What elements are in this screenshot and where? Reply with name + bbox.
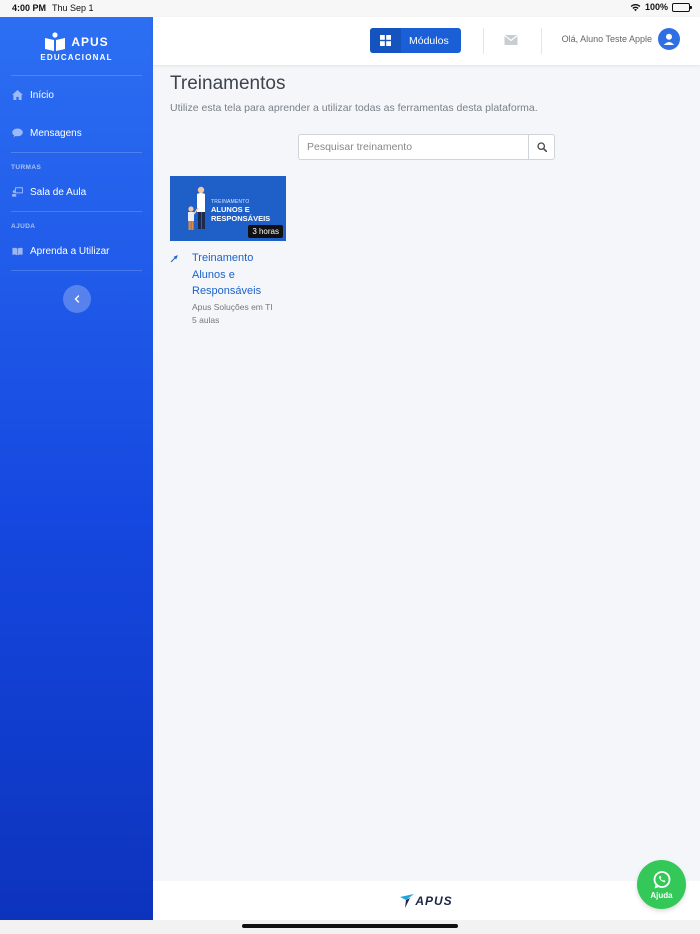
page-title: Treinamentos <box>170 73 286 94</box>
pin-icon <box>170 255 178 263</box>
whatsapp-label: Ajuda <box>650 890 673 900</box>
chevron-left-icon <box>74 295 80 303</box>
thumbnail-caption: ALUNOS E RESPONSÁVEIS <box>211 205 270 223</box>
sidebar-item-sala-de-aula[interactable]: Sala de Aula <box>0 173 153 211</box>
page-description: Utilize esta tela para aprender a utiliz… <box>170 102 538 114</box>
whatsapp-icon <box>653 870 670 888</box>
modules-button[interactable]: Módulos <box>370 28 461 53</box>
search-input[interactable] <box>298 134 528 160</box>
footer-logo: APUS <box>400 893 453 908</box>
main-content: Treinamentos Utilize esta tela para apre… <box>153 65 700 881</box>
card-lesson-count: 5 aulas <box>192 314 220 325</box>
sidebar-collapse-button[interactable] <box>63 285 91 313</box>
sidebar: APUS EDUCACIONAL Início Mensagens TURMAS… <box>0 17 153 920</box>
search-button[interactable] <box>528 134 555 160</box>
wifi-icon <box>630 3 641 11</box>
card-body: Treinamento Alunos e Responsáveis Apus S… <box>170 250 286 325</box>
training-title-link[interactable]: Treinamento Alunos e Responsáveis <box>192 250 286 300</box>
user-greeting: Olá, Aluno Teste Apple <box>561 34 652 44</box>
nav-heading-ajuda: AJUDA <box>11 223 36 230</box>
battery-percent: 100% <box>644 2 668 12</box>
mail-icon[interactable] <box>504 34 518 46</box>
thumbnail-caption-line: RESPONSÁVEIS <box>211 214 271 223</box>
brand-logo[interactable]: APUS EDUCACIONAL <box>0 17 153 75</box>
sidebar-item-label: Sala de Aula <box>30 186 87 198</box>
status-date: Thu Sep 1 <box>52 3 94 13</box>
modules-label: Módulos <box>409 34 449 47</box>
status-time: 4:00 PM <box>12 3 47 13</box>
classroom-icon <box>12 187 23 198</box>
card-title-line: Alunos e <box>192 268 235 281</box>
sidebar-item-label: Aprenda a Utilizar <box>30 245 110 257</box>
top-bar: Módulos Olá, Aluno Teste Apple <box>153 17 700 65</box>
thumbnail-caption-line: ALUNOS E <box>211 205 250 214</box>
battery-icon <box>672 2 692 12</box>
people-illustration <box>188 186 205 230</box>
card-author: Apus Soluções em TI <box>192 301 273 312</box>
book-logo-icon <box>45 32 66 51</box>
search-bar <box>298 134 555 160</box>
sidebar-item-label: Mensagens <box>30 127 82 139</box>
training-thumbnail[interactable]: TREINAMENTO ALUNOS E RESPONSÁVEIS 3 hora… <box>170 176 286 241</box>
user-icon <box>663 33 675 45</box>
whatsapp-help-button[interactable]: Ajuda <box>637 860 686 909</box>
search-icon <box>536 142 547 152</box>
nav-heading-turmas: TURMAS <box>11 164 42 171</box>
status-right: 100% <box>630 2 692 12</box>
duration-badge: 3 horas <box>248 225 283 238</box>
home-icon <box>12 90 23 101</box>
sidebar-item-aprenda-a-utilizar[interactable]: Aprenda a Utilizar <box>0 232 153 270</box>
training-card: TREINAMENTO ALUNOS E RESPONSÁVEIS 3 hora… <box>170 176 286 325</box>
user-menu[interactable]: Olá, Aluno Teste Apple <box>562 28 680 50</box>
brand-name: APUS <box>71 35 109 49</box>
sidebar-item-mensagens[interactable]: Mensagens <box>0 114 153 152</box>
avatar <box>658 28 680 50</box>
card-title-line: Treinamento <box>192 252 254 264</box>
book-icon <box>12 246 23 257</box>
status-bar: 4:00 PM Thu Sep 1 100% <box>0 0 700 17</box>
home-indicator[interactable] <box>242 924 458 928</box>
chat-icon <box>12 128 23 139</box>
sidebar-item-label: Início <box>30 89 54 101</box>
apus-bird-icon <box>400 893 415 908</box>
brand-subtitle: EDUCACIONAL <box>40 53 113 62</box>
card-title-line: Responsáveis <box>192 285 262 297</box>
footer: APUS <box>153 881 700 920</box>
sidebar-item-inicio[interactable]: Início <box>0 76 153 114</box>
grid-icon <box>370 28 401 53</box>
footer-logo-text: APUS <box>415 893 453 908</box>
